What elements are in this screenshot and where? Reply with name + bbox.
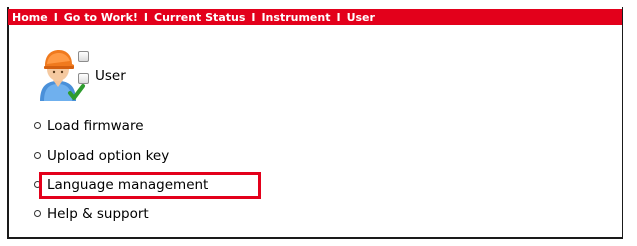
nav-separator: I	[336, 10, 341, 24]
menu-item-label: Help & support	[47, 206, 149, 222]
nav-current-status[interactable]: Current Status	[154, 11, 245, 24]
top-navigation-bar: Home I Go to Work! I Current Status I In…	[8, 9, 622, 25]
menu-item-load-firmware[interactable]: Load firmware	[34, 118, 144, 134]
nav-instrument[interactable]: Instrument	[261, 11, 330, 24]
nav-separator: I	[251, 10, 256, 24]
highlight-box	[39, 172, 261, 199]
nav-user[interactable]: User	[347, 11, 375, 24]
bullet-icon	[34, 121, 41, 129]
menu-item-label: Load firmware	[47, 118, 144, 134]
bullet-icon	[34, 209, 41, 217]
menu-item-help-support[interactable]: Help & support	[34, 206, 149, 222]
user-section: User	[36, 47, 126, 103]
nav-home[interactable]: Home	[12, 11, 48, 24]
menu-item-label: Upload option key	[47, 148, 170, 164]
nav-separator: I	[143, 10, 148, 24]
menu-item-upload-option-key[interactable]: Upload option key	[34, 148, 169, 164]
user-label: User	[95, 68, 126, 84]
checkbox-icon[interactable]	[78, 51, 89, 62]
bullet-icon	[34, 151, 41, 159]
nav-go-to-work[interactable]: Go to Work!	[64, 11, 138, 24]
nav-separator: I	[53, 10, 58, 24]
checkbox-icon[interactable]	[78, 73, 89, 84]
